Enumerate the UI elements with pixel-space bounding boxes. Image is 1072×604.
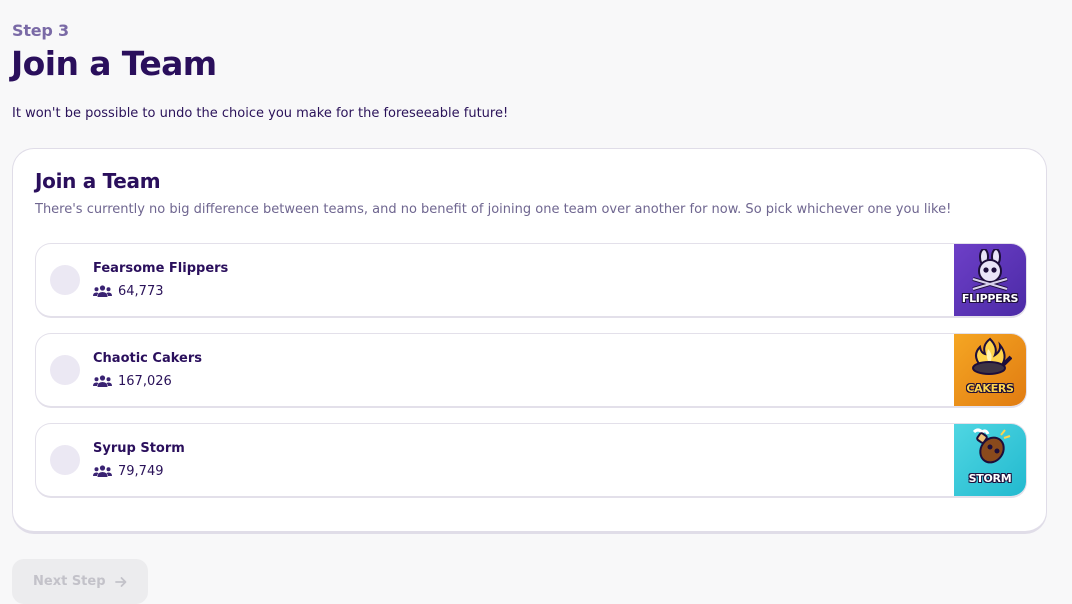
member-count: 79,749 bbox=[93, 463, 164, 479]
bunny-skull-icon bbox=[972, 249, 1008, 291]
radio-button[interactable] bbox=[50, 355, 80, 385]
team-name: Fearsome Flippers bbox=[93, 261, 229, 276]
page-title: Join a Team bbox=[11, 44, 217, 83]
team-selection-card: Join a Team There's currently no big dif… bbox=[12, 148, 1047, 534]
member-count: 64,773 bbox=[93, 283, 164, 299]
member-count-value: 64,773 bbox=[118, 283, 164, 299]
team-option-syrup-storm[interactable]: Syrup Storm 79,749 STORM bbox=[35, 423, 1027, 498]
radio-button[interactable] bbox=[50, 265, 80, 295]
page-subtitle: It won't be possible to undo the choice … bbox=[12, 106, 509, 121]
team-option-chaotic-cakers[interactable]: Chaotic Cakers 167,026 CAKERS bbox=[35, 333, 1027, 408]
next-step-label: Next Step bbox=[33, 574, 106, 589]
logo-text: STORM bbox=[968, 472, 1012, 485]
arrow-right-icon bbox=[114, 576, 126, 587]
member-count-value: 167,026 bbox=[118, 373, 172, 389]
radio-button[interactable] bbox=[50, 445, 80, 475]
next-step-button[interactable]: Next Step bbox=[12, 559, 148, 604]
team-logo-storm: STORM bbox=[954, 424, 1026, 496]
logo-text: FLIPPERS bbox=[961, 292, 1019, 305]
users-icon bbox=[93, 375, 112, 387]
member-count-value: 79,749 bbox=[118, 463, 164, 479]
flaming-pan-icon bbox=[972, 337, 1012, 375]
team-logo-cakers: CAKERS bbox=[954, 334, 1026, 406]
syrup-bottle-icon bbox=[972, 428, 1011, 464]
users-icon bbox=[93, 285, 112, 297]
team-option-fearsome-flippers[interactable]: Fearsome Flippers 64,773 FLIPPERS bbox=[35, 243, 1027, 318]
users-icon bbox=[93, 465, 112, 477]
team-logo-flippers: FLIPPERS bbox=[954, 244, 1026, 316]
step-label: Step 3 bbox=[12, 21, 69, 40]
member-count: 167,026 bbox=[93, 373, 172, 389]
logo-text: CAKERS bbox=[966, 382, 1014, 395]
card-description: There's currently no big difference betw… bbox=[35, 202, 952, 217]
card-title: Join a Team bbox=[35, 169, 161, 193]
team-name: Syrup Storm bbox=[93, 441, 185, 456]
team-name: Chaotic Cakers bbox=[93, 351, 202, 366]
